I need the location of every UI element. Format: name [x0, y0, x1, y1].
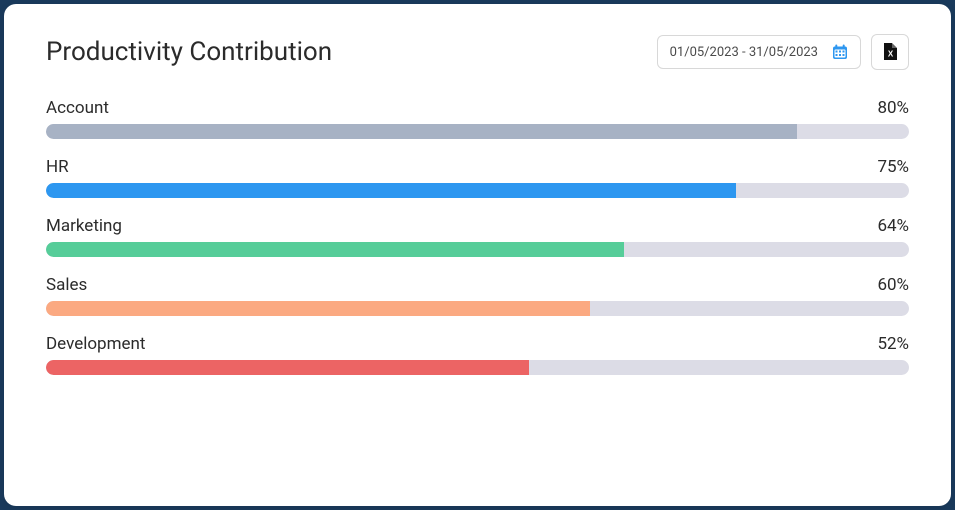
bar-header: HR 75% [46, 157, 909, 177]
bar-fill [46, 183, 736, 198]
calendar-icon [832, 44, 848, 60]
bar-label: Sales [46, 275, 87, 295]
bar-track [46, 360, 909, 375]
bar-header: Development 52% [46, 334, 909, 354]
date-range-text: 01/05/2023 - 31/05/2023 [670, 45, 818, 60]
bar-header: Marketing 64% [46, 216, 909, 236]
bar-fill [46, 124, 797, 139]
bar-track [46, 301, 909, 316]
productivity-card: Productivity Contribution 01/05/2023 - 3… [4, 4, 951, 506]
bar-row: Marketing 64% [46, 216, 909, 257]
bar-track [46, 183, 909, 198]
bar-label: Account [46, 98, 109, 118]
bar-value: 75% [877, 157, 909, 177]
bar-value: 52% [877, 334, 909, 354]
bar-value: 60% [877, 275, 909, 295]
card-title: Productivity Contribution [46, 37, 332, 67]
bar-row: HR 75% [46, 157, 909, 198]
bar-label: Marketing [46, 216, 122, 236]
header-controls: 01/05/2023 - 31/05/2023 [657, 34, 909, 70]
bar-fill [46, 301, 590, 316]
bar-value: 80% [877, 98, 909, 118]
bar-row: Sales 60% [46, 275, 909, 316]
bar-row: Account 80% [46, 98, 909, 139]
bar-fill [46, 242, 624, 257]
svg-text:X: X [888, 50, 894, 59]
export-excel-button[interactable]: X [871, 34, 909, 70]
date-range-picker[interactable]: 01/05/2023 - 31/05/2023 [657, 35, 861, 69]
bar-label: HR [46, 157, 69, 177]
bar-value: 64% [877, 216, 909, 236]
bar-row: Development 52% [46, 334, 909, 375]
bars-container: Account 80% HR 75% Marketing 64% [46, 98, 909, 375]
file-export-icon: X [882, 43, 898, 61]
bar-track [46, 124, 909, 139]
bar-header: Sales 60% [46, 275, 909, 295]
bar-header: Account 80% [46, 98, 909, 118]
bar-track [46, 242, 909, 257]
bar-label: Development [46, 334, 145, 354]
bar-fill [46, 360, 529, 375]
card-header: Productivity Contribution 01/05/2023 - 3… [46, 34, 909, 70]
